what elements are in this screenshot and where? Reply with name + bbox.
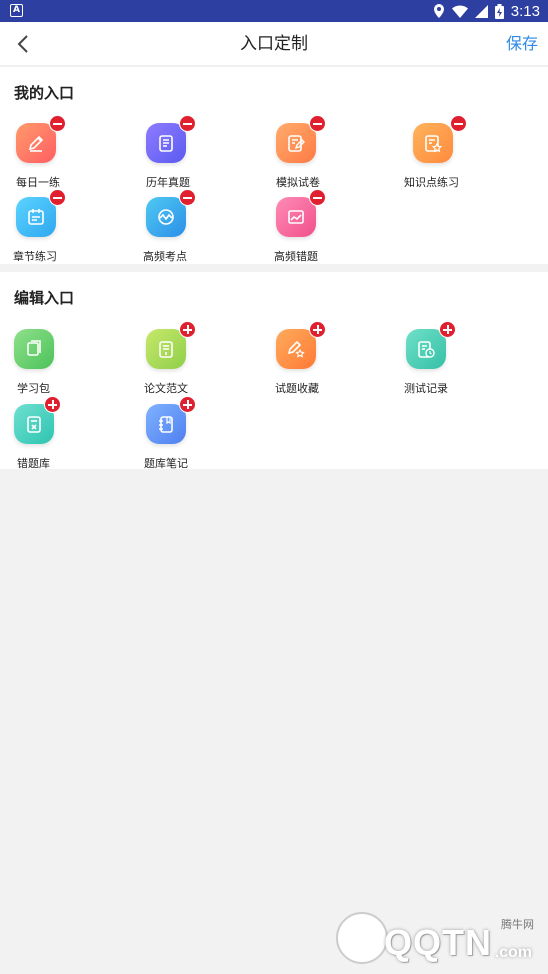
remove-badge[interactable]: [49, 115, 66, 132]
remove-badge[interactable]: [49, 189, 66, 206]
add-badge[interactable]: [439, 321, 456, 338]
entry-frequent-errors[interactable]: 高频错题: [274, 189, 386, 271]
entry-past-exams[interactable]: 历年真题: [146, 115, 256, 197]
entry-label: 模拟试卷: [276, 176, 320, 189]
page-title: 入口定制: [240, 34, 308, 54]
add-badge[interactable]: [309, 321, 326, 338]
entry-label: 试题收藏: [275, 382, 319, 395]
add-badge[interactable]: [44, 396, 61, 413]
bull-logo-icon: [336, 912, 388, 964]
entry-mock-paper[interactable]: 模拟试卷: [276, 115, 386, 197]
entry-essay-samples[interactable]: 论文范文: [144, 321, 256, 403]
entry-label: 学习包: [17, 382, 50, 395]
entry-test-records[interactable]: 测试记录: [404, 321, 516, 403]
remove-badge[interactable]: [309, 189, 326, 206]
entry-chapter-practice[interactable]: 章节练习: [13, 189, 126, 271]
essay-document-icon: [146, 329, 186, 369]
remove-badge[interactable]: [309, 115, 326, 132]
signal-icon: [474, 4, 488, 18]
star-document-icon: [413, 123, 453, 163]
my-entries-section: 我的入口 每日一练 历年真题 模拟试卷 知识点练习 章节练习 高频考点 高频错题: [0, 67, 548, 264]
entry-frequent-points[interactable]: 高频考点: [143, 189, 256, 271]
entry-label: 知识点练习: [404, 176, 459, 189]
entry-question-favorites[interactable]: 试题收藏: [275, 321, 386, 403]
status-icons: 3:13: [433, 0, 540, 22]
clock: 3:13: [510, 2, 540, 20]
watermark-suffix: .com: [494, 944, 532, 961]
remove-badge[interactable]: [179, 189, 196, 206]
watermark-cn-name: 腾牛网: [501, 918, 534, 931]
section-title-edit-entries: 编辑入口: [14, 289, 75, 307]
entry-knowledge-practice[interactable]: 知识点练习: [404, 115, 523, 197]
pulse-chart-icon: [146, 197, 186, 237]
add-badge[interactable]: [179, 321, 196, 338]
edit-paper-icon: [276, 123, 316, 163]
entry-label: 历年真题: [146, 176, 190, 189]
save-button[interactable]: 保存: [506, 22, 538, 66]
top-nav-bar: 入口定制 保存: [0, 22, 548, 66]
entry-daily-practice[interactable]: 每日一练: [16, 115, 126, 197]
pencil-icon: [16, 123, 56, 163]
watermark-logo: QQTN .com 腾牛网: [336, 908, 540, 968]
location-icon: [433, 4, 444, 18]
entry-question-notes[interactable]: 题库笔记: [144, 396, 256, 478]
favorite-pencil-icon: [276, 329, 316, 369]
wifi-icon: [451, 4, 468, 18]
watermark-brand: QQTN: [384, 922, 492, 963]
notification-icon: A: [10, 4, 23, 17]
entry-label: 错题库: [17, 457, 50, 470]
entry-label: 论文范文: [144, 382, 188, 395]
entry-wrong-question-bank[interactable]: 错题库: [14, 396, 124, 478]
document-list-icon: [146, 123, 186, 163]
entry-label: 每日一练: [16, 176, 60, 189]
clock-document-icon: [406, 329, 446, 369]
remove-badge[interactable]: [450, 115, 467, 132]
edit-entries-section: 编辑入口 学习包 论文范文 试题收藏 测试记录 错题库 题库笔记: [0, 272, 548, 470]
error-chart-icon: [276, 197, 316, 237]
section-title-my-entries: 我的入口: [14, 84, 75, 102]
entry-label: 高频错题: [274, 250, 318, 263]
entry-label: 题库笔记: [144, 457, 188, 470]
entry-label: 测试记录: [404, 382, 448, 395]
entry-study-pack[interactable]: 学习包: [14, 329, 124, 403]
books-icon: [14, 329, 54, 369]
notebook-icon: [146, 404, 186, 444]
battery-icon: [494, 3, 504, 19]
calendar-list-icon: [16, 197, 56, 237]
entry-label: 高频考点: [143, 250, 187, 263]
remove-badge[interactable]: [179, 115, 196, 132]
add-badge[interactable]: [179, 396, 196, 413]
entry-label: 章节练习: [13, 250, 57, 263]
status-bar: A 3:13: [0, 0, 548, 22]
